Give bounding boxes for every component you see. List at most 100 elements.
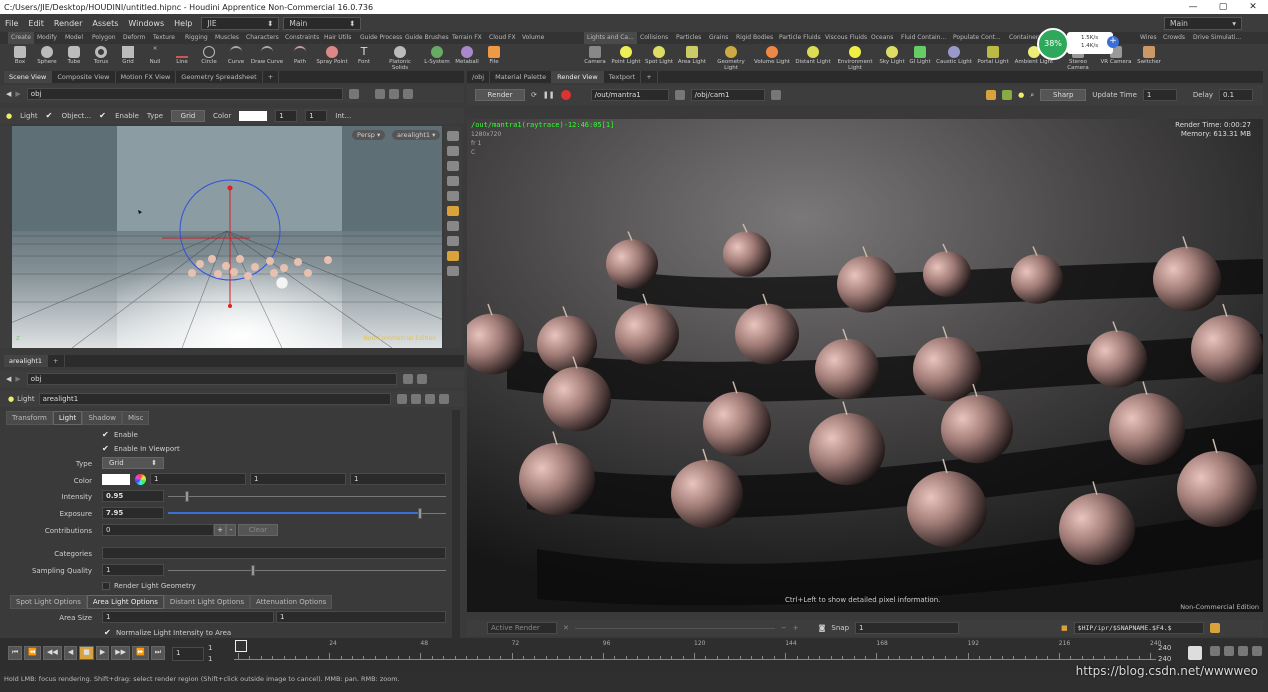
region-icon[interactable] — [986, 90, 997, 100]
enable-checkbox[interactable]: ✔ — [99, 112, 107, 120]
desktop-selector-right[interactable]: Main ▾ — [1164, 16, 1242, 30]
current-frame-field[interactable]: 1 — [172, 647, 204, 661]
object-checkbox[interactable]: ✔ — [46, 112, 54, 120]
close-snap-icon[interactable]: ✕ — [563, 624, 569, 632]
file-browse-icon[interactable] — [1209, 623, 1220, 633]
sampling-field[interactable]: 1 — [102, 564, 164, 576]
shelf-tab-grains[interactable]: Grains — [706, 32, 731, 44]
shelf-tab-particles[interactable]: Particles — [673, 32, 704, 44]
tool-platonic[interactable]: Platonic Solids — [387, 46, 413, 71]
shelf-tab-populate[interactable]: Populate Cont... — [950, 32, 1004, 44]
menu-help[interactable]: Help — [169, 19, 197, 28]
step-back-icon[interactable]: ◀◀ — [43, 646, 62, 660]
view-tool-icon[interactable] — [447, 146, 459, 156]
tab-arealight1[interactable]: arealight1 — [4, 355, 49, 367]
menu-windows[interactable]: Windows — [123, 19, 169, 28]
back-icon[interactable]: ◀ — [6, 90, 11, 98]
desktop-selector-main[interactable]: Main ⬍ — [283, 16, 362, 30]
stop-playback-icon[interactable]: ■ — [79, 646, 94, 660]
tool-path[interactable]: Path — [287, 46, 313, 65]
tool-draw-curve[interactable]: Draw Curve — [250, 46, 284, 65]
shelf-tab-guide-brushes[interactable]: Guide Brushes — [402, 32, 452, 44]
desktop-selector-left[interactable]: JIE ⬍ — [201, 16, 280, 30]
shelf-tab-collisions[interactable]: Collisions — [637, 32, 671, 44]
rop-options-icon[interactable] — [674, 90, 685, 100]
lock-icon[interactable] — [447, 161, 459, 171]
intensity-slider-handle[interactable] — [184, 491, 189, 502]
snap-camera-icon[interactable]: ◙ — [819, 624, 826, 632]
node-name-field[interactable]: arealight1 — [38, 393, 391, 405]
menu-edit[interactable]: Edit — [23, 19, 49, 28]
shelf-tab-rigging[interactable]: Rigging — [182, 32, 211, 44]
tool-spot-light[interactable]: Spot Light — [644, 46, 674, 65]
light-tool-icon[interactable] — [447, 176, 459, 186]
contributions-field[interactable]: 0 — [102, 524, 214, 536]
contributions-remove-button[interactable]: - — [226, 524, 236, 536]
shelf-tab-create[interactable]: Create — [8, 32, 34, 44]
color-wheel-icon[interactable] — [135, 474, 146, 485]
refresh-icon[interactable]: ⟳ — [531, 91, 537, 99]
tool-file[interactable]: File — [481, 46, 507, 65]
snapshot-path-field[interactable]: $HIP/ipr/$SNAPNAME.$F4.$ — [1073, 622, 1204, 634]
tab-geometry-spreadsheet[interactable]: Geometry Spreadsheet — [176, 71, 263, 83]
tab-render-view[interactable]: Render View — [552, 71, 604, 83]
shelf-tab-oceans[interactable]: Oceans — [868, 32, 896, 44]
tool-tube[interactable]: Tube — [61, 46, 87, 65]
shelf-tab-fluid-containers[interactable]: Fluid Contain... — [898, 32, 949, 44]
area-size-y[interactable]: 1 — [276, 611, 446, 623]
shelf-tab-polygon[interactable]: Polygon — [89, 32, 119, 44]
param-color-r[interactable]: 1 — [150, 473, 246, 485]
enable-viewport-checkbox[interactable]: ✔ — [102, 445, 110, 453]
color-swatch[interactable] — [239, 111, 268, 121]
normalize-checkbox[interactable]: ✔ — [104, 629, 112, 637]
frame-ruler[interactable]: 124487296120144168192216240 — [234, 640, 1161, 660]
param-forward-icon[interactable]: ▶ — [15, 375, 20, 383]
close-button[interactable]: ✕ — [1238, 0, 1268, 14]
forward-icon[interactable]: ▶ — [15, 90, 20, 98]
param-tab-transform[interactable]: Transform — [6, 411, 53, 425]
gear-icon[interactable] — [396, 394, 407, 404]
contributions-add-button[interactable]: + — [214, 524, 226, 536]
tool-caustic-light[interactable]: Caustic Light — [935, 46, 973, 65]
tool-gi-light[interactable]: GI Light — [906, 46, 934, 65]
prev-key-icon[interactable]: ⏪ — [24, 646, 42, 660]
last-frame-icon[interactable]: ⏭ — [150, 646, 166, 660]
step-forward-icon[interactable]: ▶▶ — [111, 646, 130, 660]
minimize-button[interactable]: — — [1178, 0, 1208, 14]
param-color-swatch[interactable] — [102, 474, 130, 485]
audio-icon[interactable] — [1224, 646, 1234, 656]
scene-path-field[interactable]: obj — [26, 88, 343, 100]
tool-line[interactable]: Line — [169, 46, 195, 65]
tool-area-light[interactable]: Area Light — [677, 46, 707, 65]
display-icon[interactable] — [447, 266, 459, 276]
tool-camera[interactable]: Camera — [582, 46, 608, 65]
enable-param-checkbox[interactable]: ✔ — [102, 431, 110, 439]
key-icon[interactable] — [1188, 646, 1202, 660]
update-time-field[interactable]: 1 — [1142, 89, 1177, 101]
tool-geometry-light[interactable]: Geometry Light — [714, 46, 748, 71]
clear-button[interactable]: Clear — [238, 524, 278, 536]
tab-obj[interactable]: /obj — [467, 71, 491, 83]
snap-icon[interactable] — [447, 131, 459, 141]
tab-distant-light-options[interactable]: Distant Light Options — [163, 595, 251, 609]
zoom-icon[interactable]: ⌕ — [1030, 91, 1034, 100]
menu-render[interactable]: Render — [49, 19, 87, 28]
type-select[interactable]: Grid — [171, 110, 205, 122]
menu-file[interactable]: File — [0, 19, 23, 28]
shelf-tab-terrain-fx[interactable]: Terrain FX — [449, 32, 485, 44]
tool-point-light[interactable]: Point Light — [611, 46, 641, 65]
shelf-tab-constraints[interactable]: Constraints — [282, 32, 322, 44]
tool-metaball[interactable]: Metaball — [454, 46, 480, 65]
param-color-b[interactable]: 1 — [350, 473, 446, 485]
tool-spray-point[interactable]: Spray Point — [315, 46, 349, 65]
play-reverse-icon[interactable]: ◀ — [63, 646, 78, 660]
param-type-select[interactable]: Grid ⬍ — [102, 457, 164, 469]
tab-composite-view[interactable]: Composite View — [52, 71, 116, 83]
info-icon[interactable] — [424, 394, 435, 404]
shelf-tab-viscous-fluids[interactable]: Viscous Fluids — [822, 32, 870, 44]
preview-icon[interactable] — [1002, 90, 1013, 100]
snap-add-icon[interactable]: + — [793, 624, 799, 632]
param-back-icon[interactable]: ◀ — [6, 375, 11, 383]
tool-font[interactable]: T Font — [351, 46, 377, 66]
play-icon[interactable]: ▶ — [95, 646, 110, 660]
